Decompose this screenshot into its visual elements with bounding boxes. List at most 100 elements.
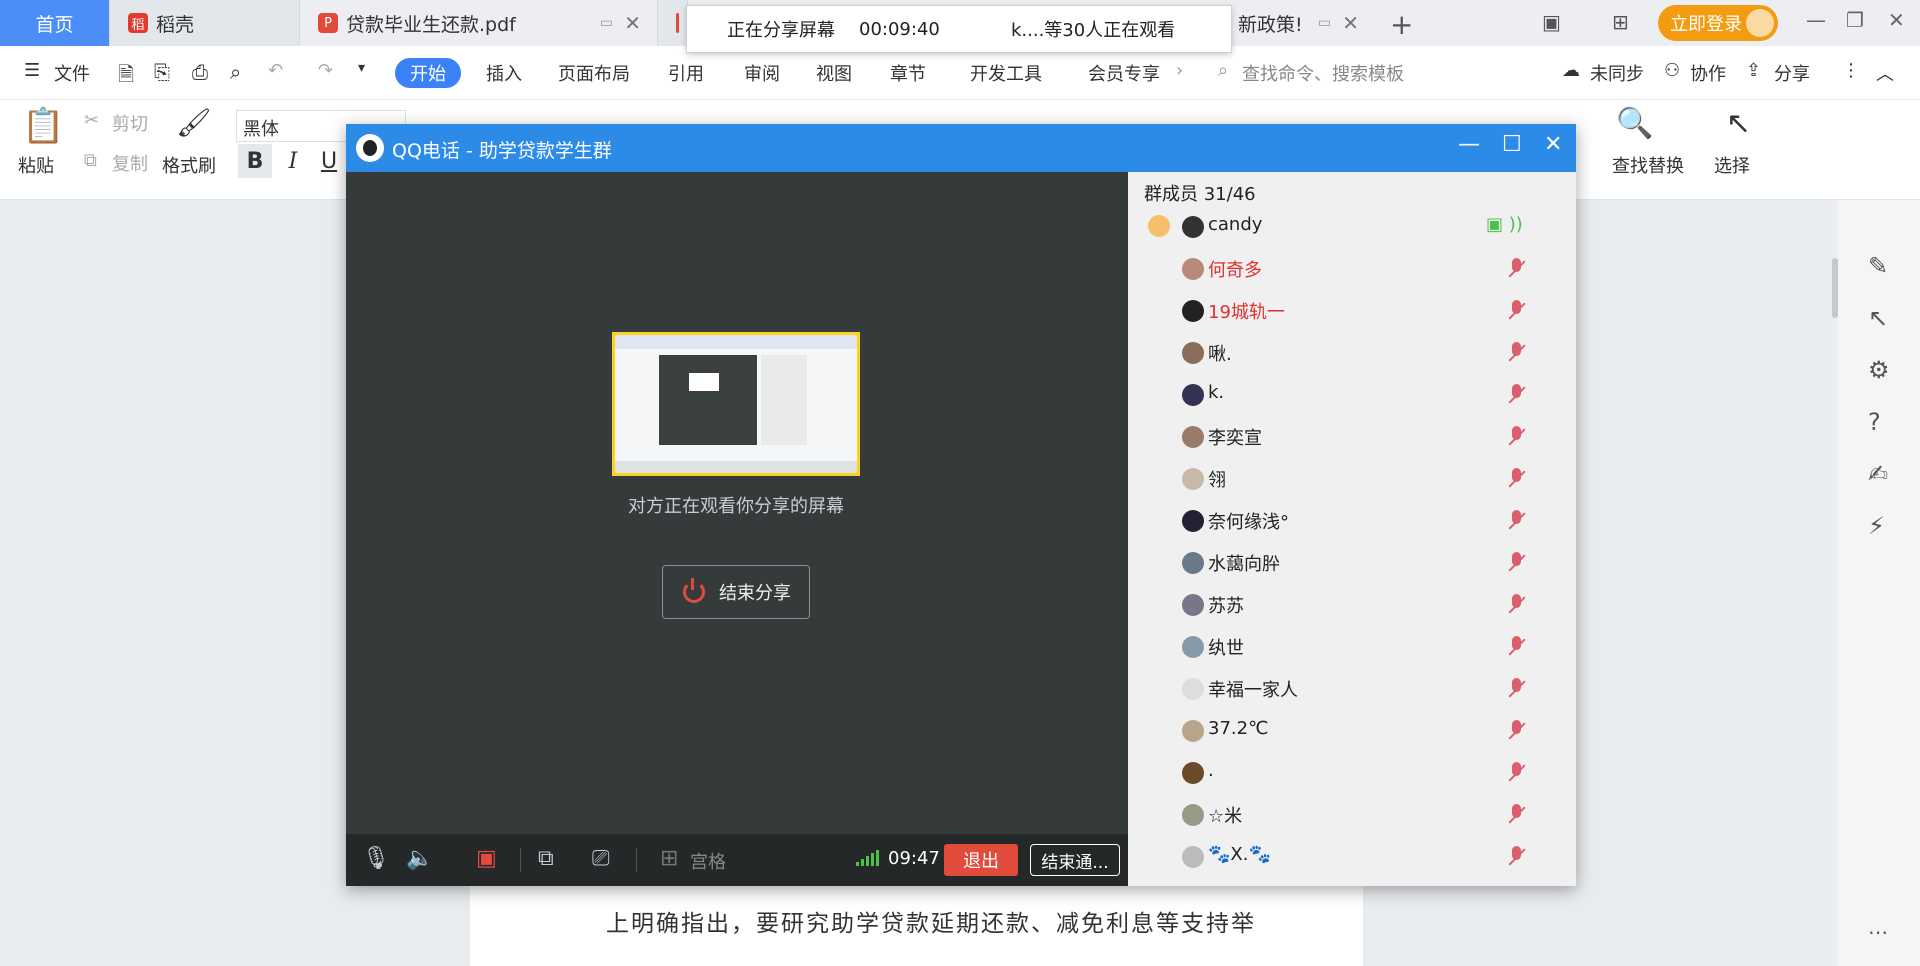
member-row[interactable]: 何奇多 (1128, 248, 1576, 290)
muted-mic-icon[interactable] (1506, 300, 1526, 322)
muted-mic-icon[interactable] (1506, 846, 1526, 868)
tab-doc[interactable] (658, 0, 688, 46)
member-row[interactable]: 纨世 (1128, 626, 1576, 668)
muted-mic-icon[interactable] (1506, 552, 1526, 574)
tab-layout-icon[interactable]: ▣ (1542, 10, 1561, 34)
muted-mic-icon[interactable] (1506, 510, 1526, 532)
muted-mic-icon[interactable] (1506, 804, 1526, 826)
paste-button[interactable]: 粘贴 (18, 152, 54, 178)
menu-devtools[interactable]: 开发工具 (970, 60, 1042, 86)
member-row[interactable]: 李奕宣 (1128, 416, 1576, 458)
speaker-icon[interactable]: 🔈 (406, 846, 433, 871)
close-tab-icon[interactable]: ✕ (1342, 11, 1359, 35)
tab-daoke[interactable]: 稻 稻壳 (110, 0, 300, 46)
collapse-ribbon-icon[interactable]: ︿ (1876, 60, 1894, 86)
pin-icon[interactable]: ▭ (1318, 15, 1331, 31)
redo-icon[interactable]: ↷ (318, 60, 333, 81)
menu-review[interactable]: 审阅 (744, 60, 780, 86)
document-text-line[interactable]: 上明确指出，要研究助学贷款延期还款、减免利息等支持举 (606, 904, 1256, 938)
grid-icon[interactable]: ⊞ (660, 846, 678, 871)
member-row[interactable]: candy ▣ )) (1128, 206, 1576, 248)
qq-close-icon[interactable]: ✕ (1544, 132, 1562, 157)
minimize-icon[interactable]: — (1806, 8, 1826, 32)
new-tab-icon[interactable]: + (1390, 8, 1413, 41)
menu-icon[interactable]: ☰ (24, 60, 40, 81)
lightning-icon[interactable]: ⚡ (1868, 512, 1885, 540)
bold-button[interactable]: B (238, 144, 272, 178)
end-share-button[interactable]: 结束分享 (662, 565, 810, 619)
member-row[interactable]: 19城轨一 (1128, 290, 1576, 332)
menu-insert[interactable]: 插入 (486, 60, 522, 86)
customize-icon[interactable]: ▾ (358, 60, 365, 76)
pointer-icon[interactable]: ↖ (1868, 304, 1888, 332)
muted-mic-icon[interactable] (1506, 720, 1526, 742)
print-preview-icon[interactable]: ⌕ (230, 60, 241, 84)
screen-share-icon[interactable]: ⧉ (538, 846, 554, 871)
member-row[interactable]: 水藹向肸 (1128, 542, 1576, 584)
qq-title-bar[interactable]: QQ电话 - 助学贷款学生群 — ☐ ✕ (346, 124, 1576, 172)
help-icon[interactable]: ? (1868, 408, 1881, 436)
muted-mic-icon[interactable] (1506, 762, 1526, 784)
menu-member[interactable]: 会员专享 (1088, 60, 1160, 86)
menu-chapter[interactable]: 章节 (890, 60, 926, 86)
more-tabs-icon[interactable]: › (1176, 60, 1183, 81)
shared-screen-thumbnail[interactable] (612, 332, 860, 476)
close-tab-icon[interactable]: ✕ (624, 11, 641, 35)
tab-home[interactable]: 首页 (0, 0, 110, 46)
tab-policy[interactable]: 新政策! ▭ ✕ (1220, 0, 1375, 46)
muted-mic-icon[interactable] (1506, 468, 1526, 490)
muted-mic-icon[interactable] (1506, 342, 1526, 364)
muted-mic-icon[interactable] (1506, 384, 1526, 406)
muted-mic-icon[interactable] (1506, 258, 1526, 280)
tab-pdf[interactable]: P 贷款毕业生还款.pdf ▭ ✕ (300, 0, 658, 46)
member-row[interactable]: 翎 (1128, 458, 1576, 500)
apps-grid-icon[interactable]: ⊞ (1612, 10, 1629, 34)
print-icon[interactable]: ⎙ (192, 60, 208, 84)
collab-button[interactable]: 协作 (1690, 60, 1726, 86)
format-painter-button[interactable]: 格式刷 (162, 152, 216, 178)
muted-mic-icon[interactable] (1506, 594, 1526, 616)
underline-button[interactable]: U (312, 144, 346, 178)
pen-icon[interactable]: ✎ (1868, 252, 1888, 280)
pin-icon[interactable]: ▭ (600, 15, 613, 31)
close-window-icon[interactable]: ✕ (1888, 8, 1905, 32)
member-row[interactable]: 37.2℃ (1128, 710, 1576, 752)
menu-view[interactable]: 视图 (816, 60, 852, 86)
menu-layout[interactable]: 页面布局 (558, 60, 630, 86)
settings-slider-icon[interactable]: ⚙ (1868, 356, 1890, 384)
qq-maximize-icon[interactable]: ☐ (1502, 132, 1522, 157)
presentation-icon[interactable]: ⎚ (592, 846, 610, 871)
muted-mic-icon[interactable] (1506, 426, 1526, 448)
menu-start[interactable]: 开始 (395, 58, 461, 88)
sign-icon[interactable]: ✍ (1868, 460, 1888, 488)
muted-mic-icon[interactable] (1506, 636, 1526, 658)
member-row[interactable]: 幸福一家人 (1128, 668, 1576, 710)
member-row[interactable]: 🐾X.🐾 (1128, 836, 1576, 878)
member-row[interactable]: 啾. (1128, 332, 1576, 374)
member-row[interactable]: 苏苏 (1128, 584, 1576, 626)
end-call-button[interactable]: 结束通... (1030, 844, 1120, 876)
grid-view-button[interactable]: 宫格 (690, 848, 726, 874)
save-icon[interactable]: 🗎 (118, 60, 134, 94)
menu-file[interactable]: 文件 (54, 60, 90, 86)
select-button[interactable]: 选择 (1714, 152, 1750, 178)
export-icon[interactable]: ⎘ (154, 60, 170, 84)
restore-icon[interactable]: ❐ (1846, 8, 1864, 32)
find-replace-button[interactable]: 查找替换 (1612, 152, 1684, 178)
member-row[interactable]: 奈何缘浅° (1128, 500, 1576, 542)
member-row[interactable]: k. (1128, 374, 1576, 416)
login-button[interactable]: 立即登录 (1658, 5, 1778, 41)
qq-minimize-icon[interactable]: — (1458, 132, 1480, 157)
cut-button[interactable]: 剪切 (112, 110, 148, 136)
sync-status[interactable]: 未同步 (1590, 60, 1644, 86)
undo-icon[interactable]: ↶ (268, 60, 283, 81)
member-row[interactable]: ☆米 (1128, 794, 1576, 836)
command-search-input[interactable]: 查找命令、搜索模板 (1242, 60, 1404, 86)
paste-icon[interactable]: 📋 (22, 106, 64, 146)
microphone-icon[interactable]: 🎙 (362, 846, 390, 871)
muted-mic-icon[interactable] (1506, 678, 1526, 700)
copy-button[interactable]: 复制 (112, 150, 148, 176)
share-button[interactable]: 分享 (1774, 60, 1810, 86)
italic-button[interactable]: I (276, 144, 310, 178)
camera-off-icon[interactable]: ▣ (476, 846, 497, 871)
